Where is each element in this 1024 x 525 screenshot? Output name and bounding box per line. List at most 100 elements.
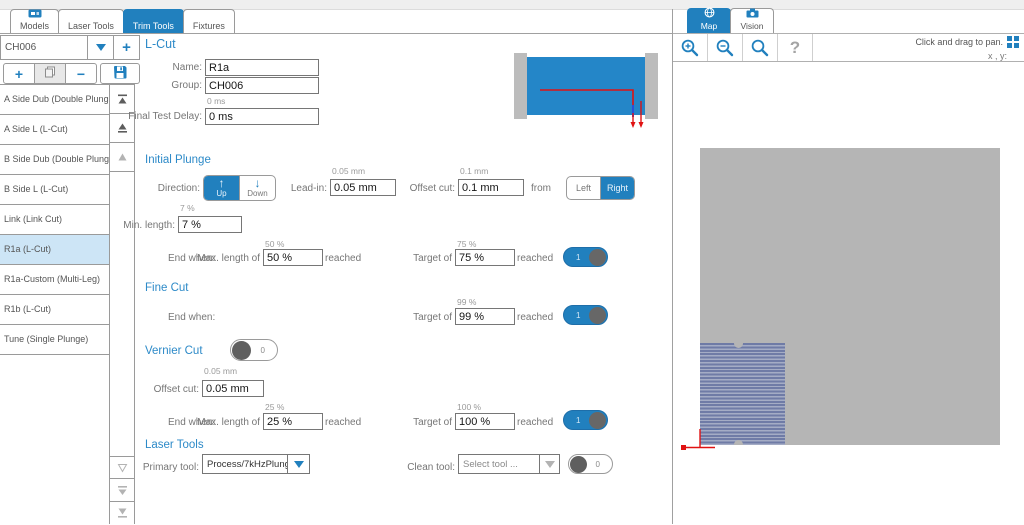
reached-label: reached — [517, 312, 553, 323]
toggle-knob — [589, 249, 606, 266]
list-item[interactable]: R1b (L-Cut) — [0, 295, 109, 325]
vernier-offset-hint: 0.05 mm — [204, 366, 237, 376]
vernier-cut-enable-toggle[interactable]: 0 — [230, 339, 278, 361]
target-hint: 75 % — [457, 239, 476, 249]
laser-tools-title: Laser Tools — [145, 439, 204, 451]
chevron-down-icon — [545, 461, 555, 468]
add-item-button[interactable]: + — [4, 64, 35, 83]
offset-cut-field[interactable] — [458, 179, 524, 196]
fine-cut-target-toggle[interactable]: 1 — [563, 305, 608, 325]
list-item[interactable]: R1a-Custom (Multi-Leg) — [0, 265, 109, 295]
offset-cut-hint: 0.1 mm — [460, 166, 488, 176]
map-canvas[interactable] — [700, 148, 1000, 445]
tab-vision[interactable]: Vision — [730, 8, 774, 33]
clean-tool-label: Clean tool: — [375, 462, 455, 473]
vernier-cut-title: Vernier Cut — [145, 345, 203, 357]
probe-notch — [734, 343, 743, 348]
direction-label: Direction: — [115, 183, 200, 194]
vernier-target-field[interactable] — [455, 413, 515, 430]
initial-plunge-target-toggle[interactable]: 1 — [563, 247, 608, 267]
minus-icon: − — [77, 67, 85, 81]
from-right-button[interactable]: Right — [600, 177, 634, 199]
group-dropdown-button[interactable] — [87, 36, 113, 59]
vernier-offset-label: Offset cut: — [119, 384, 199, 395]
leadin-label: Lead-in: — [247, 183, 327, 194]
fine-cut-target-field[interactable] — [455, 308, 515, 325]
toggle-knob — [589, 412, 606, 429]
list-item[interactable]: A Side Dub (Double Plunge) — [0, 85, 109, 115]
reorder-column — [109, 84, 135, 524]
direction-up-button[interactable]: ↑ Up — [204, 176, 239, 200]
from-label: from — [531, 183, 551, 194]
list-item[interactable]: B Side L (L-Cut) — [0, 175, 109, 205]
trim-preview — [514, 53, 658, 119]
tab-map[interactable]: Map — [687, 8, 731, 33]
main-tabs: Models Laser Tools Trim Tools Fixtures — [10, 9, 234, 33]
magnify-button[interactable] — [743, 34, 778, 61]
target-field[interactable] — [455, 249, 515, 266]
move-up-page-icon — [117, 123, 128, 134]
tab-trim-tools[interactable]: Trim Tools — [123, 9, 184, 33]
group-select-input[interactable] — [1, 36, 87, 59]
tab-label: Fixtures — [193, 21, 225, 31]
group-selector: + — [0, 35, 140, 60]
duplicate-item-button[interactable] — [35, 64, 66, 83]
zoom-out-button[interactable] — [708, 34, 743, 61]
offset-cut-label: Offset cut: — [375, 183, 455, 194]
final-test-delay-field[interactable] — [205, 108, 319, 125]
leadin-hint: 0.05 mm — [332, 166, 365, 176]
max-length-hint: 25 % — [265, 402, 284, 412]
tab-label: Map — [701, 21, 718, 31]
from-left-button[interactable]: Left — [567, 177, 600, 199]
zoom-out-icon — [715, 38, 735, 58]
lcut-editor: L-Cut Name: Group: 0 ms Final Test Delay… — [137, 33, 673, 524]
fine-cut-title: Fine Cut — [145, 282, 188, 294]
list-item-selected[interactable]: R1a (L-Cut) — [0, 235, 109, 265]
toggle-state: 0 — [596, 460, 600, 469]
trim-block-list: A Side Dub (Double Plunge) A Side L (L-C… — [0, 84, 110, 524]
move-to-bottom-button[interactable] — [110, 502, 134, 525]
vernier-target-toggle[interactable]: 1 — [563, 410, 608, 430]
tab-models[interactable]: Models — [10, 9, 59, 33]
move-up-icon — [117, 152, 128, 163]
help-button[interactable]: ? — [778, 34, 813, 61]
group-label: Group: — [117, 80, 202, 91]
max-length-label: Max. length of — [180, 253, 260, 264]
move-down-page-button[interactable] — [110, 479, 134, 502]
item-toolbar: + − — [3, 63, 97, 84]
reached-label: reached — [517, 417, 553, 428]
right-label: Right — [607, 183, 628, 193]
clean-tool-dropdown-button[interactable] — [540, 454, 560, 474]
primary-tool-dropdown-button[interactable] — [288, 454, 310, 474]
group-field[interactable] — [205, 77, 319, 94]
plus-icon: + — [15, 67, 23, 81]
toggle-knob — [570, 456, 587, 473]
tab-label: Vision — [741, 21, 764, 31]
pan-grid-icon[interactable] — [1007, 36, 1019, 51]
initial-plunge-title: Initial Plunge — [145, 154, 211, 166]
primary-tool-dropdown[interactable]: Process/7kHzPlunge — [202, 454, 310, 474]
list-item[interactable]: Tune (Single Plunge) — [0, 325, 109, 355]
vernier-max-length-field[interactable] — [263, 413, 323, 430]
name-field[interactable] — [205, 59, 319, 76]
max-length-field[interactable] — [263, 249, 323, 266]
zoom-in-icon — [680, 38, 700, 58]
move-up-button[interactable] — [110, 143, 134, 172]
clean-tool-enable-toggle[interactable]: 0 — [568, 454, 613, 474]
tab-laser-tools[interactable]: Laser Tools — [58, 9, 124, 33]
move-to-top-icon — [117, 94, 128, 105]
tab-fixtures[interactable]: Fixtures — [183, 9, 235, 33]
form-title: L-Cut — [145, 37, 176, 51]
list-item[interactable]: B Side Dub (Double Plunge) — [0, 145, 109, 175]
remove-item-button[interactable]: − — [66, 64, 96, 83]
min-length-field[interactable] — [178, 216, 242, 233]
final-test-delay-label: Final Test Delay: — [112, 111, 202, 122]
list-item[interactable]: A Side L (L-Cut) — [0, 115, 109, 145]
clean-tool-dropdown[interactable]: Select tool ... — [458, 454, 560, 474]
group-add-button[interactable]: + — [113, 36, 139, 59]
tab-label: Laser Tools — [68, 21, 114, 31]
left-label: Left — [576, 183, 591, 193]
reached-label: reached — [517, 253, 553, 264]
zoom-in-button[interactable] — [673, 34, 708, 61]
vernier-offset-field[interactable] — [202, 380, 264, 397]
